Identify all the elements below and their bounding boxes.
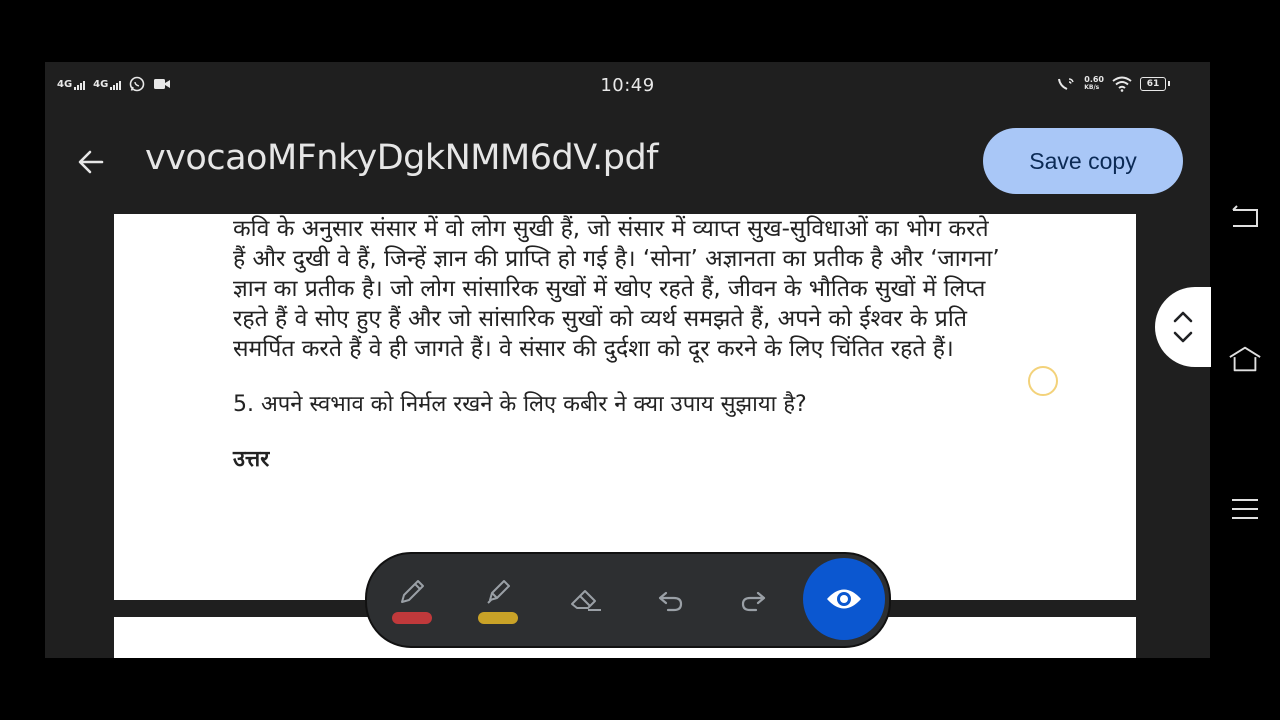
wifi-calling-icon xyxy=(1058,78,1074,90)
back-button[interactable] xyxy=(73,144,109,180)
highlighter-tool-button[interactable] xyxy=(463,554,533,646)
paragraph-line: रहते हैं वे सोए हुए हैं और जो सांसारिक स… xyxy=(233,306,967,332)
answer-label: उत्तर xyxy=(233,447,270,472)
redo-icon xyxy=(741,591,766,612)
status-bar: 4G 4G 10:49 0.60 KB/s 61 xyxy=(45,62,1210,108)
paragraph-line: हैं और दुखी वे हैं, जिन्हें ज्ञान की प्र… xyxy=(233,246,1000,272)
eraser-icon xyxy=(571,590,601,611)
paragraph-line: ज्ञान का प्रतीक है। जो लोग सांसारिक सुखो… xyxy=(233,276,986,302)
document-title: vvocaoMFnkyDgkNMM6dV.pdf xyxy=(145,138,659,178)
pdf-page: कवि के अनुसार संसार में वो लोग सुखी हैं,… xyxy=(114,214,1136,600)
wifi-icon xyxy=(1112,76,1132,92)
paragraph-line: कवि के अनुसार संसार में वो लोग सुखी हैं,… xyxy=(233,216,989,242)
phone-screen: 4G 4G 10:49 0.60 KB/s 61 vvocaoMFnkyDgkN… xyxy=(45,62,1210,658)
touch-indicator xyxy=(1028,366,1058,396)
nav-home-button[interactable] xyxy=(1228,344,1262,374)
annotation-toolbar xyxy=(365,552,891,648)
eye-icon xyxy=(827,589,861,609)
nav-back-button[interactable] xyxy=(1228,203,1262,233)
paragraph-line: समर्पित करते हैं वे ही जागते हैं। वे संस… xyxy=(233,336,954,362)
save-copy-button[interactable]: Save copy xyxy=(983,128,1183,194)
speed-value: 0.60 xyxy=(1084,75,1104,84)
pen-icon xyxy=(401,580,424,603)
status-right: 0.60 KB/s 61 xyxy=(1056,76,1170,92)
answer-paragraph: कवि के अनुसार संसार में वो लोग सुखी हैं,… xyxy=(233,214,1013,364)
scroll-updown-icon xyxy=(1173,311,1193,343)
battery-icon: 61 xyxy=(1140,77,1170,91)
undo-icon xyxy=(658,591,683,612)
status-time: 10:49 xyxy=(600,75,655,96)
redo-button[interactable] xyxy=(719,554,789,646)
pdf-viewer[interactable]: कवि के अनुसार संसार में वो लोग सुखी हैं,… xyxy=(45,214,1210,658)
menu-icon xyxy=(1232,499,1258,519)
home-icon xyxy=(1229,346,1261,372)
battery-level: 61 xyxy=(1146,79,1160,89)
question-text: 5. अपने स्वभाव को निर्मल रखने के लिए कबी… xyxy=(233,392,807,417)
highlighter-icon xyxy=(487,580,510,604)
eraser-tool-button[interactable] xyxy=(551,554,621,646)
speed-unit: KB/s xyxy=(1084,84,1100,91)
app-bar: vvocaoMFnkyDgkNMM6dV.pdf Save copy xyxy=(45,108,1210,214)
arrow-back-icon xyxy=(78,150,104,174)
pen-tool-button[interactable] xyxy=(377,554,447,646)
highlighter-color-swatch xyxy=(478,612,518,624)
undo-button[interactable] xyxy=(635,554,705,646)
pen-color-swatch xyxy=(392,612,432,624)
nav-recents-button[interactable] xyxy=(1228,494,1262,524)
network-speed: 0.60 KB/s xyxy=(1084,76,1104,92)
nav-back-icon xyxy=(1232,205,1258,227)
view-mode-button[interactable] xyxy=(803,558,885,640)
